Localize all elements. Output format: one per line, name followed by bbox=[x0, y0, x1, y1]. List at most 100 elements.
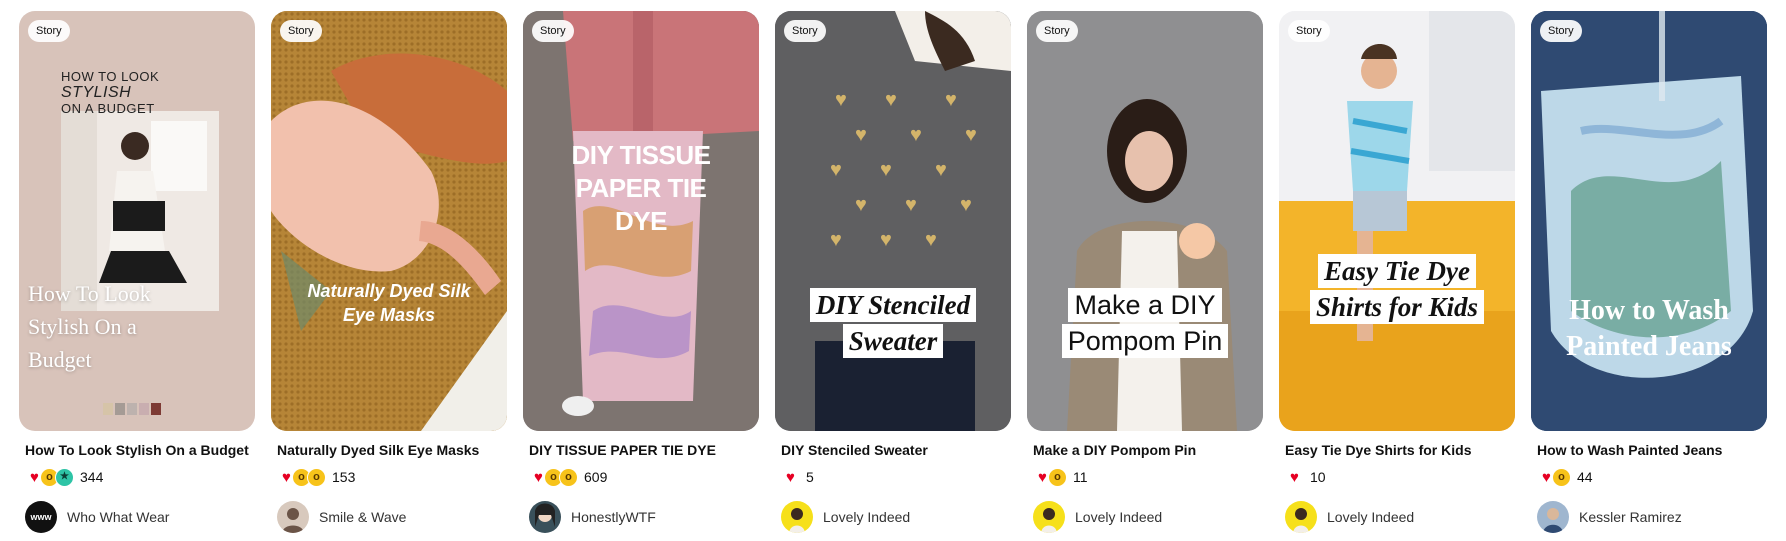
pin-title[interactable]: Make a DIY Pompom Pin bbox=[1033, 441, 1263, 459]
pin-overlay-heading: HOW TO LOOK STYLISH ON A BUDGET bbox=[61, 69, 159, 117]
pin-creator[interactable]: Smile & Wave bbox=[277, 501, 507, 533]
pin-reactions[interactable]: ♥ o 44 bbox=[1537, 467, 1767, 487]
pin-title[interactable]: Easy Tie Dye Shirts for Kids bbox=[1285, 441, 1515, 459]
reaction-count: 10 bbox=[1310, 469, 1326, 485]
story-badge: Story bbox=[532, 20, 574, 42]
pin-card[interactable]: HOW TO LOOK STYLISH ON A BUDGET How To L… bbox=[19, 11, 255, 533]
wow-reaction-icon: o bbox=[307, 467, 326, 487]
pin-card[interactable]: Easy Tie Dye Shirts for Kids Story Easy … bbox=[1279, 11, 1515, 533]
pin-reactions[interactable]: ♥ 10 bbox=[1285, 467, 1515, 487]
avatar-photo-icon bbox=[1293, 508, 1309, 533]
creator-avatar[interactable]: www bbox=[25, 501, 57, 533]
creator-avatar[interactable] bbox=[529, 501, 561, 533]
pin-creator[interactable]: Lovely Indeed bbox=[1033, 501, 1263, 533]
creator-avatar[interactable] bbox=[1033, 501, 1065, 533]
avatar-photo-icon bbox=[1041, 508, 1057, 533]
svg-text:♥: ♥ bbox=[925, 229, 937, 251]
creator-avatar[interactable] bbox=[1537, 501, 1569, 533]
pin-thumbnail[interactable]: How to Wash Painted Jeans Story bbox=[1531, 11, 1767, 431]
pin-title[interactable]: How to Wash Painted Jeans bbox=[1537, 441, 1767, 459]
pin-image: ♥ ♥ ♥ ♥ ♥ ♥ ♥ ♥ ♥ ♥ ♥ ♥ ♥ ♥ ♥ bbox=[775, 11, 1011, 431]
creator-name[interactable]: Lovely Indeed bbox=[1327, 509, 1414, 525]
pin-overlay-text-box: Make a DIY Pompom Pin bbox=[1035, 287, 1255, 359]
creator-name[interactable]: Smile & Wave bbox=[319, 509, 406, 525]
pin-thumbnail[interactable]: ♥ ♥ ♥ ♥ ♥ ♥ ♥ ♥ ♥ ♥ ♥ ♥ ♥ ♥ ♥ DIY Stenciled Sweate… bbox=[775, 11, 1011, 431]
svg-text:♥: ♥ bbox=[855, 194, 867, 216]
pin-creator[interactable]: www Who What Wear bbox=[25, 501, 255, 533]
story-badge: Story bbox=[1036, 20, 1078, 42]
reaction-count: 44 bbox=[1577, 469, 1593, 485]
pin-title[interactable]: How To Look Stylish On a Budget bbox=[25, 441, 255, 459]
avatar-text: www bbox=[30, 512, 52, 522]
creator-name[interactable]: Kessler Ramirez bbox=[1579, 509, 1682, 525]
pin-creator[interactable]: Kessler Ramirez bbox=[1537, 501, 1767, 533]
pin-reactions[interactable]: ♥ o o 609 bbox=[529, 467, 759, 487]
svg-text:♥: ♥ bbox=[885, 89, 897, 111]
svg-text:♥: ♥ bbox=[880, 159, 892, 181]
pin-overlay-text: How to Wash Painted Jeans bbox=[1566, 295, 1732, 362]
pin-overlay-text: DIY TISSUE PAPER TIE DYE bbox=[571, 140, 711, 236]
creator-name[interactable]: HonestlyWTF bbox=[571, 509, 656, 525]
pin-title[interactable]: DIY TISSUE PAPER TIE DYE bbox=[529, 441, 759, 459]
creator-avatar[interactable] bbox=[781, 501, 813, 533]
pin-image bbox=[1531, 11, 1767, 431]
pin-overlay-text: How To Look Stylish On a Budget bbox=[28, 281, 151, 372]
svg-text:♥: ♥ bbox=[935, 159, 947, 181]
avatar-photo-icon bbox=[282, 508, 304, 533]
avatar-photo-icon bbox=[535, 503, 555, 527]
reaction-count: 11 bbox=[1073, 469, 1088, 485]
heart-reaction-icon: ♥ bbox=[781, 467, 800, 487]
pin-creator[interactable]: HonestlyWTF bbox=[529, 501, 759, 533]
creator-name[interactable]: Lovely Indeed bbox=[1075, 509, 1162, 525]
creator-name[interactable]: Lovely Indeed bbox=[823, 509, 910, 525]
pin-title[interactable]: Naturally Dyed Silk Eye Masks bbox=[277, 441, 507, 459]
svg-text:♥: ♥ bbox=[960, 194, 972, 216]
svg-text:♥: ♥ bbox=[835, 89, 847, 111]
reaction-count: 609 bbox=[584, 469, 608, 485]
svg-text:♥: ♥ bbox=[830, 229, 842, 251]
pin-card[interactable]: ♥ ♥ ♥ ♥ ♥ ♥ ♥ ♥ ♥ ♥ ♥ ♥ ♥ ♥ ♥ DIY Stenciled Sweate… bbox=[775, 11, 1011, 533]
svg-text:♥: ♥ bbox=[910, 124, 922, 146]
pin-title[interactable]: DIY Stenciled Sweater bbox=[781, 441, 1011, 459]
pin-overlay-text: Easy Tie Dye Shirts for Kids bbox=[1309, 254, 1485, 324]
story-badge: Story bbox=[28, 20, 70, 42]
svg-text:♥: ♥ bbox=[905, 194, 917, 216]
pin-thumbnail[interactable]: Easy Tie Dye Shirts for Kids Story bbox=[1279, 11, 1515, 431]
pin-reactions[interactable]: ♥ o ★ 344 bbox=[25, 467, 255, 487]
pin-reactions[interactable]: ♥ o o 153 bbox=[277, 467, 507, 487]
pin-creator[interactable]: Lovely Indeed bbox=[1285, 501, 1515, 533]
pin-overlay-text-box: Easy Tie Dye Shirts for Kids bbox=[1293, 253, 1501, 325]
reaction-count: 153 bbox=[332, 469, 356, 485]
reaction-count: 5 bbox=[806, 469, 814, 485]
pin-card[interactable]: DIY TISSUE PAPER TIE DYE Story DIY TISSU… bbox=[523, 11, 759, 533]
svg-text:♥: ♥ bbox=[855, 124, 867, 146]
pin-thumbnail[interactable]: Naturally Dyed Silk Eye Masks Story bbox=[271, 11, 507, 431]
pin-thumbnail[interactable]: Make a DIY Pompom Pin Story bbox=[1027, 11, 1263, 431]
pin-card[interactable]: Make a DIY Pompom Pin Story Make a DIY P… bbox=[1027, 11, 1263, 533]
overlay-line: HOW TO LOOK bbox=[61, 69, 160, 84]
story-badge: Story bbox=[784, 20, 826, 42]
pin-creator[interactable]: Lovely Indeed bbox=[781, 501, 1011, 533]
wow-reaction-icon: o bbox=[1048, 467, 1067, 487]
good-idea-reaction-icon: ★ bbox=[55, 467, 74, 487]
pin-thumbnail[interactable]: DIY TISSUE PAPER TIE DYE Story bbox=[523, 11, 759, 431]
pin-overlay-text-box: DIY Stenciled Sweater bbox=[783, 287, 1003, 359]
svg-text:♥: ♥ bbox=[965, 124, 977, 146]
wow-reaction-icon: o bbox=[1552, 467, 1571, 487]
pin-reactions[interactable]: ♥ o 11 bbox=[1033, 467, 1263, 487]
pin-thumbnail[interactable]: HOW TO LOOK STYLISH ON A BUDGET How To L… bbox=[19, 11, 255, 431]
overlay-line: STYLISH bbox=[61, 84, 132, 101]
avatar-photo-icon bbox=[789, 508, 805, 533]
pin-card[interactable]: Naturally Dyed Silk Eye Masks Story Natu… bbox=[271, 11, 507, 533]
svg-text:♥: ♥ bbox=[945, 89, 957, 111]
heart-reaction-icon: ♥ bbox=[1285, 467, 1304, 487]
story-badge: Story bbox=[280, 20, 322, 42]
story-badge: Story bbox=[1540, 20, 1582, 42]
creator-avatar[interactable] bbox=[1285, 501, 1317, 533]
story-badge: Story bbox=[1288, 20, 1330, 42]
creator-name[interactable]: Who What Wear bbox=[67, 509, 169, 525]
creator-avatar[interactable] bbox=[277, 501, 309, 533]
pin-reactions[interactable]: ♥ 5 bbox=[781, 467, 1011, 487]
pin-image bbox=[1279, 11, 1515, 431]
pin-card[interactable]: How to Wash Painted Jeans Story How to W… bbox=[1531, 11, 1767, 533]
